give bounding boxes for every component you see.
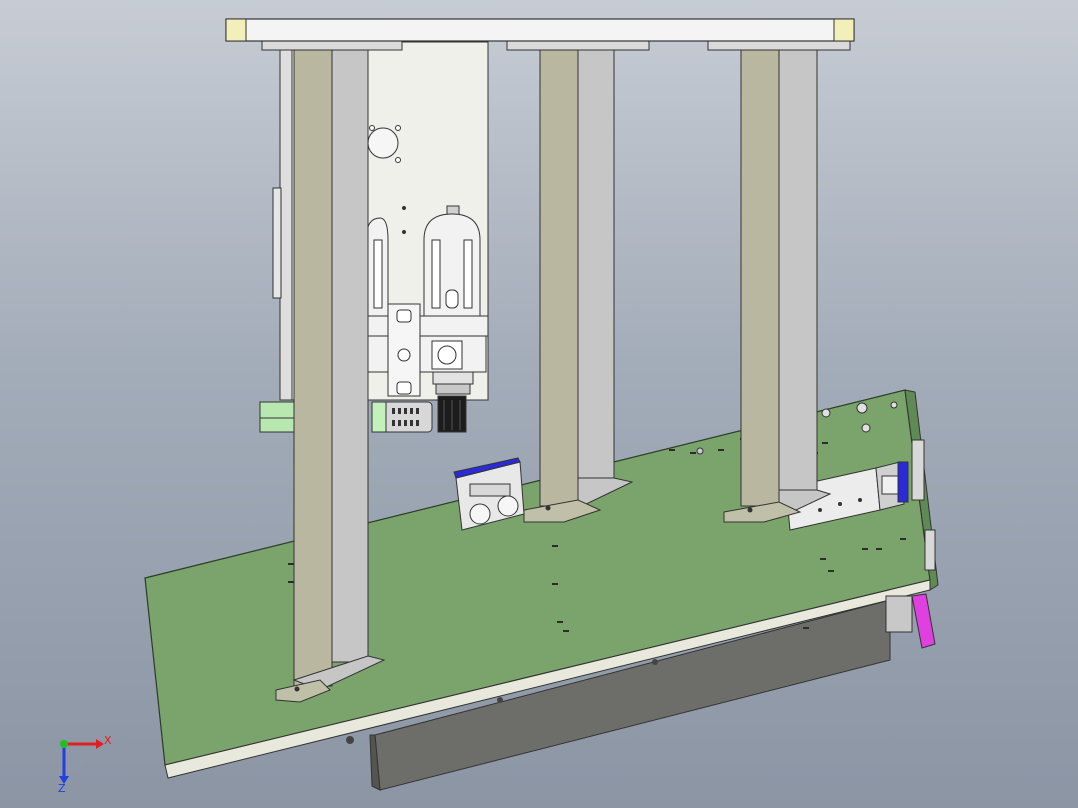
magenta-bracket[interactable] <box>911 593 936 649</box>
top-plate-pad-left <box>225 18 247 42</box>
axis-x-label: X <box>104 734 112 747</box>
back-wall-panel-side <box>279 49 293 401</box>
panel-side-tab <box>272 187 282 299</box>
panel-screw-hole <box>395 125 401 131</box>
panel-screw-hole <box>402 230 406 234</box>
panel-screw-hole <box>395 157 401 163</box>
panel-screw-hole <box>369 125 375 131</box>
right-motor[interactable] <box>885 595 913 633</box>
axis-triad-icon <box>59 739 104 784</box>
support-column-2[interactable] <box>523 49 634 523</box>
right-side-bracket[interactable] <box>911 439 925 501</box>
cad-model-scene[interactable]: X Z <box>0 0 1078 808</box>
left-green-fitting[interactable] <box>259 401 297 433</box>
cad-viewport[interactable]: X Z <box>0 0 1078 808</box>
right-side-bracket-lower[interactable] <box>924 529 936 571</box>
panel-screw-hole <box>402 206 406 210</box>
panel-port-hole <box>367 127 399 159</box>
top-plate[interactable] <box>225 18 855 42</box>
top-plate-pad-right <box>833 18 855 42</box>
axis-z-label: Z <box>58 782 66 795</box>
